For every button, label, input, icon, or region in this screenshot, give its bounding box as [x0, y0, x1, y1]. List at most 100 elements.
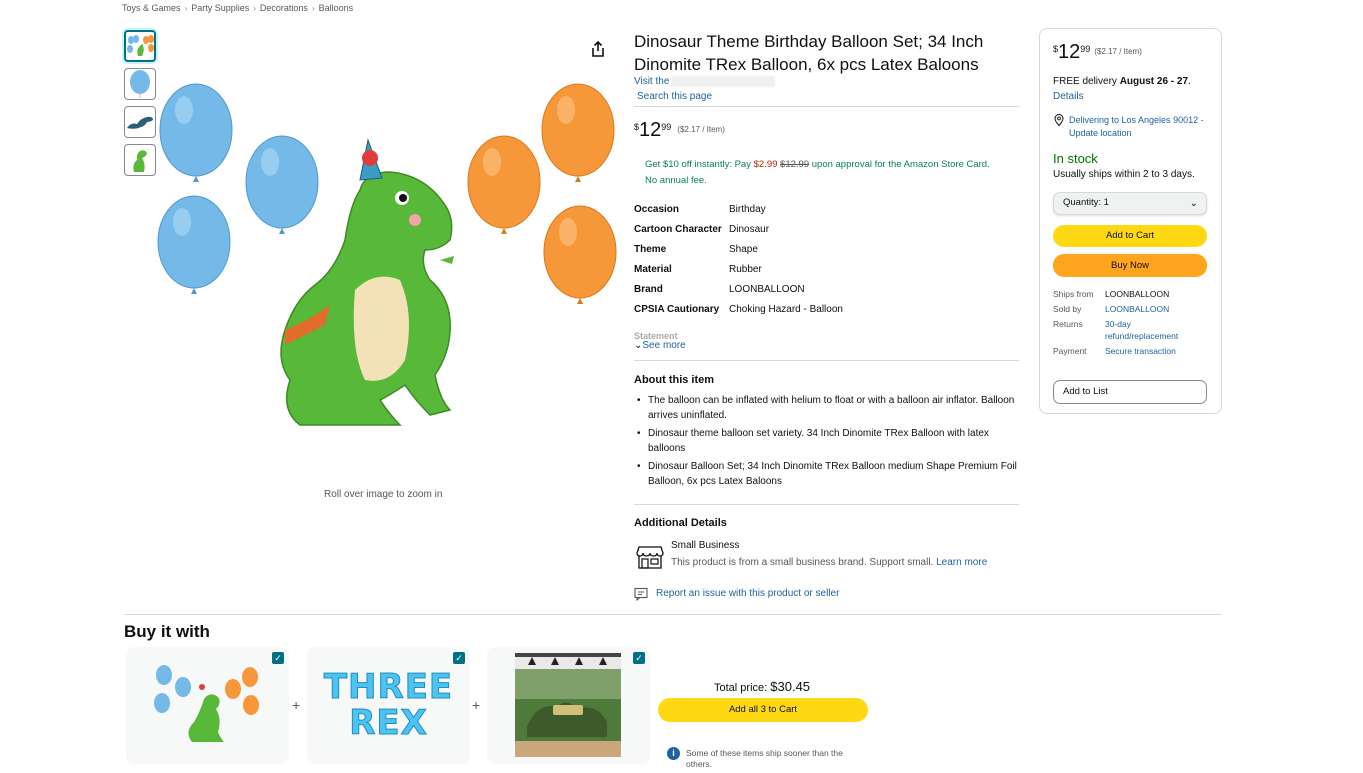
- breadcrumb-separator: ›: [184, 3, 188, 13]
- plus-sign: +: [292, 697, 301, 713]
- spec-value: LOONBALLOON: [729, 284, 805, 295]
- spec-overflow-text: Statement: [634, 331, 678, 339]
- seller-info-row: Returns 30-day refund/replacement: [1053, 318, 1218, 342]
- spec-row: Occasion Birthday: [634, 203, 1024, 217]
- delivery-suffix: .: [1188, 76, 1191, 87]
- promo-line2: No annual fee.: [645, 175, 707, 186]
- report-flag-icon: [634, 587, 648, 601]
- spec-key: CPSIA Cautionary: [634, 304, 720, 315]
- spec-value: Rubber: [729, 264, 762, 275]
- spec-value: Birthday: [729, 204, 766, 215]
- breadcrumb: Toys & Games › Party Supplies › Decorati…: [122, 3, 353, 13]
- breadcrumb-balloons[interactable]: Balloons: [319, 3, 354, 13]
- checkbox-checked-icon[interactable]: ✓: [633, 652, 645, 664]
- quantity-label: Quantity: 1: [1063, 197, 1109, 208]
- blue-balloon-icon: [159, 83, 233, 182]
- dinosaur-backdrop-product-image: [515, 653, 621, 757]
- breadcrumb-toys-games[interactable]: Toys & Games: [122, 3, 181, 13]
- spec-row: Cartoon Character Dinosaur: [634, 223, 1024, 237]
- spec-value: Choking Hazard - Balloon: [729, 304, 843, 315]
- delivery-details-link[interactable]: Details: [1053, 91, 1084, 102]
- promo-pay: $2.99: [753, 159, 778, 170]
- delivery-location-link[interactable]: Delivering to Los Angeles 90012 - Update…: [1069, 114, 1214, 140]
- divider: [634, 106, 1019, 107]
- add-to-list-button[interactable]: Add to List: [1053, 380, 1207, 404]
- buybox-price: $ 12 99 ($2.17 / Item): [1053, 41, 1142, 63]
- thumbnail-1[interactable]: [124, 30, 156, 62]
- stock-status: In stock: [1053, 151, 1098, 166]
- returns-link[interactable]: 30-day refund/replacement: [1105, 318, 1195, 342]
- small-business-desc: This product is from a small business br…: [671, 557, 987, 568]
- three-rex-balloon-letters: THREE REX: [307, 667, 470, 743]
- spec-row: Theme Shape: [634, 243, 1024, 257]
- spec-key: Theme: [634, 244, 667, 255]
- blue-balloon-icon: [157, 195, 231, 294]
- add-all-to-cart-button[interactable]: Add all 3 to Cart: [658, 698, 868, 722]
- small-business-title: Small Business: [671, 540, 740, 551]
- price-fraction: 99: [661, 122, 672, 132]
- promo-prefix: Get $10 off instantly: Pay: [645, 159, 754, 170]
- quantity-select[interactable]: Quantity: 1 ⌄: [1053, 192, 1207, 215]
- balloon-word-three: THREE: [323, 667, 454, 707]
- about-bullet: The balloon can be inflated with helium …: [634, 393, 1024, 423]
- share-icon[interactable]: [590, 40, 606, 58]
- seller-info-value: LOONBALLOON: [1105, 289, 1170, 299]
- spec-key: Occasion: [634, 204, 680, 215]
- spec-key: Material: [634, 264, 672, 275]
- bundle-item-card[interactable]: ✓: [126, 647, 289, 764]
- ships-within: Usually ships within 2 to 3 days.: [1053, 169, 1195, 180]
- learn-more-link[interactable]: Learn more: [936, 557, 987, 568]
- delivery-date: August 26 - 27: [1119, 76, 1189, 87]
- divider: [634, 504, 1019, 505]
- seller-info-key: Sold by: [1053, 304, 1082, 314]
- add-to-cart-button[interactable]: Add to Cart: [1053, 225, 1207, 247]
- seller-info-key: Payment: [1053, 346, 1087, 356]
- search-this-page-link[interactable]: Search this page: [637, 91, 712, 102]
- bundle-item-card[interactable]: ✓: [487, 647, 650, 764]
- product-title: Dinosaur Theme Birthday Balloon Set; 34 …: [634, 32, 984, 74]
- buy-now-button[interactable]: Buy Now: [1053, 254, 1207, 277]
- promo-strike-price: $12.99: [780, 159, 810, 170]
- report-issue-link[interactable]: Report an issue with this product or sel…: [656, 588, 839, 599]
- about-bullets: The balloon can be inflated with helium …: [634, 393, 1024, 492]
- redacted-store-name: [671, 76, 776, 87]
- see-more-link[interactable]: ⌄See more: [634, 340, 686, 351]
- bundle-total: Total price: $30.45: [714, 679, 810, 694]
- seller-info-key: Ships from: [1053, 289, 1094, 299]
- about-heading: About this item: [634, 374, 715, 386]
- spec-row: Brand LOONBALLOON: [634, 283, 1024, 297]
- divider: [634, 360, 1019, 361]
- sold-by-link[interactable]: LOONBALLOON: [1105, 303, 1205, 315]
- product-price: $ 12 99 ($2.17 / Item): [634, 119, 725, 141]
- spec-row: CPSIA Cautionary Choking Hazard - Balloo…: [634, 303, 1024, 317]
- spec-value: Shape: [729, 244, 758, 255]
- delivery-prefix: FREE delivery: [1053, 76, 1120, 87]
- breadcrumb-party-supplies[interactable]: Party Supplies: [191, 3, 249, 13]
- plus-sign: +: [472, 697, 481, 713]
- promo-suffix[interactable]: upon approval for the Amazon Store Card.: [809, 159, 990, 170]
- orange-balloon-icon: [467, 135, 541, 234]
- visit-store-label: Visit the: [634, 76, 670, 88]
- store-card-promo: Get $10 off instantly: Pay $2.99 $12.99 …: [645, 157, 1025, 189]
- seller-info-row: Ships from LOONBALLOON: [1053, 288, 1218, 300]
- price-fraction: 99: [1080, 44, 1091, 54]
- unit-price: ($2.17 / Item): [1094, 47, 1142, 56]
- see-more-label: See more: [642, 340, 686, 351]
- main-product-image[interactable]: [150, 80, 620, 440]
- visit-store-link[interactable]: Visit the: [634, 76, 776, 88]
- info-icon: i: [667, 747, 680, 760]
- bundle-item-card[interactable]: ✓ THREE REX: [307, 647, 470, 764]
- price-whole: 12: [639, 119, 662, 141]
- total-amount: $30.45: [770, 679, 811, 694]
- unit-price: ($2.17 / Item): [677, 125, 725, 134]
- payment-link[interactable]: Secure transaction: [1105, 345, 1205, 357]
- total-label: Total price:: [714, 682, 768, 694]
- balloon-set-thumbnail-icon: [127, 35, 154, 56]
- checkbox-checked-icon[interactable]: ✓: [272, 652, 284, 664]
- breadcrumb-separator: ›: [253, 3, 256, 13]
- seller-info-row: Sold by LOONBALLOON: [1053, 303, 1218, 315]
- price-whole: 12: [1058, 41, 1081, 63]
- balloon-word-rex: REX: [349, 703, 428, 743]
- breadcrumb-decorations[interactable]: Decorations: [260, 3, 308, 13]
- checkbox-checked-icon[interactable]: ✓: [453, 652, 465, 664]
